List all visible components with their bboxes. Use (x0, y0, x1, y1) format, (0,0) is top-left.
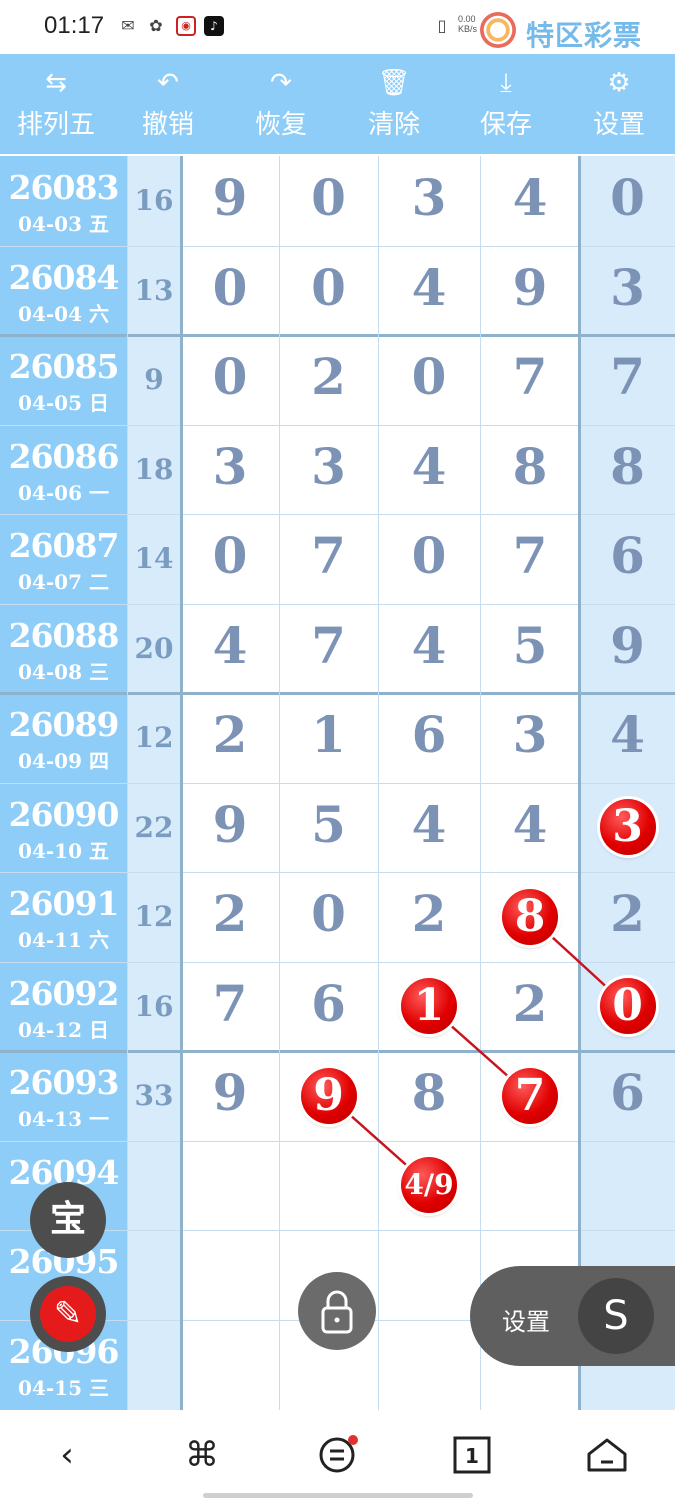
tool-label: 设置 (592, 110, 645, 140)
tool-label: 排列五 (16, 110, 95, 140)
bao-button[interactable]: 宝 (30, 1182, 106, 1258)
settings-pill-label: 设置 (502, 1308, 550, 1336)
watermark: 特区彩票网 (480, 10, 670, 92)
lock-icon (321, 1290, 353, 1334)
tool-label: 清除 (367, 110, 420, 140)
watermark-logo-icon (480, 12, 516, 48)
marked-ball[interactable]: 8 (502, 888, 558, 945)
tool-lottery-type[interactable]: ⇆ 排列五 (0, 54, 112, 154)
tabs-icon[interactable]: 1 (442, 1432, 502, 1478)
trash-icon: 🗑 (377, 68, 411, 98)
status-bar: 01:17 ✉ ✿ ◉ ♪ ▯ 0.00 KB/s 特区彩票网 (0, 0, 675, 92)
apps-icon[interactable]: ⌘ (172, 1432, 232, 1478)
net-speed: 0.00 KB/s (458, 14, 477, 34)
marked-ball[interactable]: 3 (599, 799, 656, 856)
tiktok-icon: ♪ (204, 16, 224, 36)
clear-button[interactable]: 🗑 清除 (338, 54, 450, 154)
toolbar: ⇆ 排列五 ↶ 撤销 ↷ 恢复 🗑 清除 ⤓ 保存 ⚙ 设置 (0, 54, 675, 154)
wechat-icon: ✉ (121, 16, 135, 35)
pen-button[interactable]: ✎ (30, 1276, 106, 1352)
home-icon[interactable] (577, 1432, 637, 1478)
status-time: 01:17 (44, 12, 105, 39)
menu-icon[interactable] (307, 1432, 367, 1478)
paw-icon: ✿ (149, 16, 163, 35)
settings-pill[interactable]: 设置 S (470, 1266, 675, 1366)
redo-icon: ↷ (270, 68, 292, 98)
nav-bar: ‹ ⌘ 1 (0, 1410, 675, 1500)
back-icon[interactable]: ‹ (37, 1432, 97, 1478)
home-glyph-icon (587, 1438, 627, 1472)
marked-ball[interactable]: 1 (401, 978, 457, 1035)
marked-ball[interactable]: 0 (599, 978, 656, 1035)
home-indicator (203, 1493, 473, 1498)
bao-label: 宝 (49, 1199, 86, 1240)
swap-icon: ⇆ (45, 68, 67, 98)
tool-label: 保存 (479, 110, 532, 140)
svg-text:1: 1 (465, 1444, 479, 1468)
menu-glyph-icon (319, 1435, 358, 1473)
net-speed-unit: KB/s (458, 24, 478, 34)
marked-ball[interactable]: 4/9 (401, 1157, 457, 1214)
app-icon: ◉ (176, 16, 196, 36)
s-button[interactable]: S (578, 1278, 654, 1354)
marked-ball[interactable]: 7 (502, 1067, 558, 1124)
undo-icon: ↶ (157, 68, 179, 98)
tabs-glyph-icon: 1 (453, 1436, 491, 1474)
net-speed-value: 0.00 (458, 14, 476, 24)
tool-label: 撤销 (141, 110, 194, 140)
gear-icon: ⚙ (607, 68, 631, 98)
save-button[interactable]: ⤓ 保存 (450, 54, 562, 154)
redo-button[interactable]: ↷ 恢复 (225, 54, 337, 154)
undo-button[interactable]: ↶ 撤销 (112, 54, 224, 154)
vibrate-icon: ▯ (437, 16, 447, 35)
tool-label: 恢复 (254, 110, 307, 140)
marked-ball[interactable]: 9 (300, 1067, 357, 1124)
settings-button[interactable]: ⚙ 设置 (563, 54, 675, 154)
lock-button[interactable] (298, 1272, 376, 1350)
download-icon: ⤓ (500, 68, 512, 98)
pen-icon: ✎ (40, 1286, 96, 1342)
